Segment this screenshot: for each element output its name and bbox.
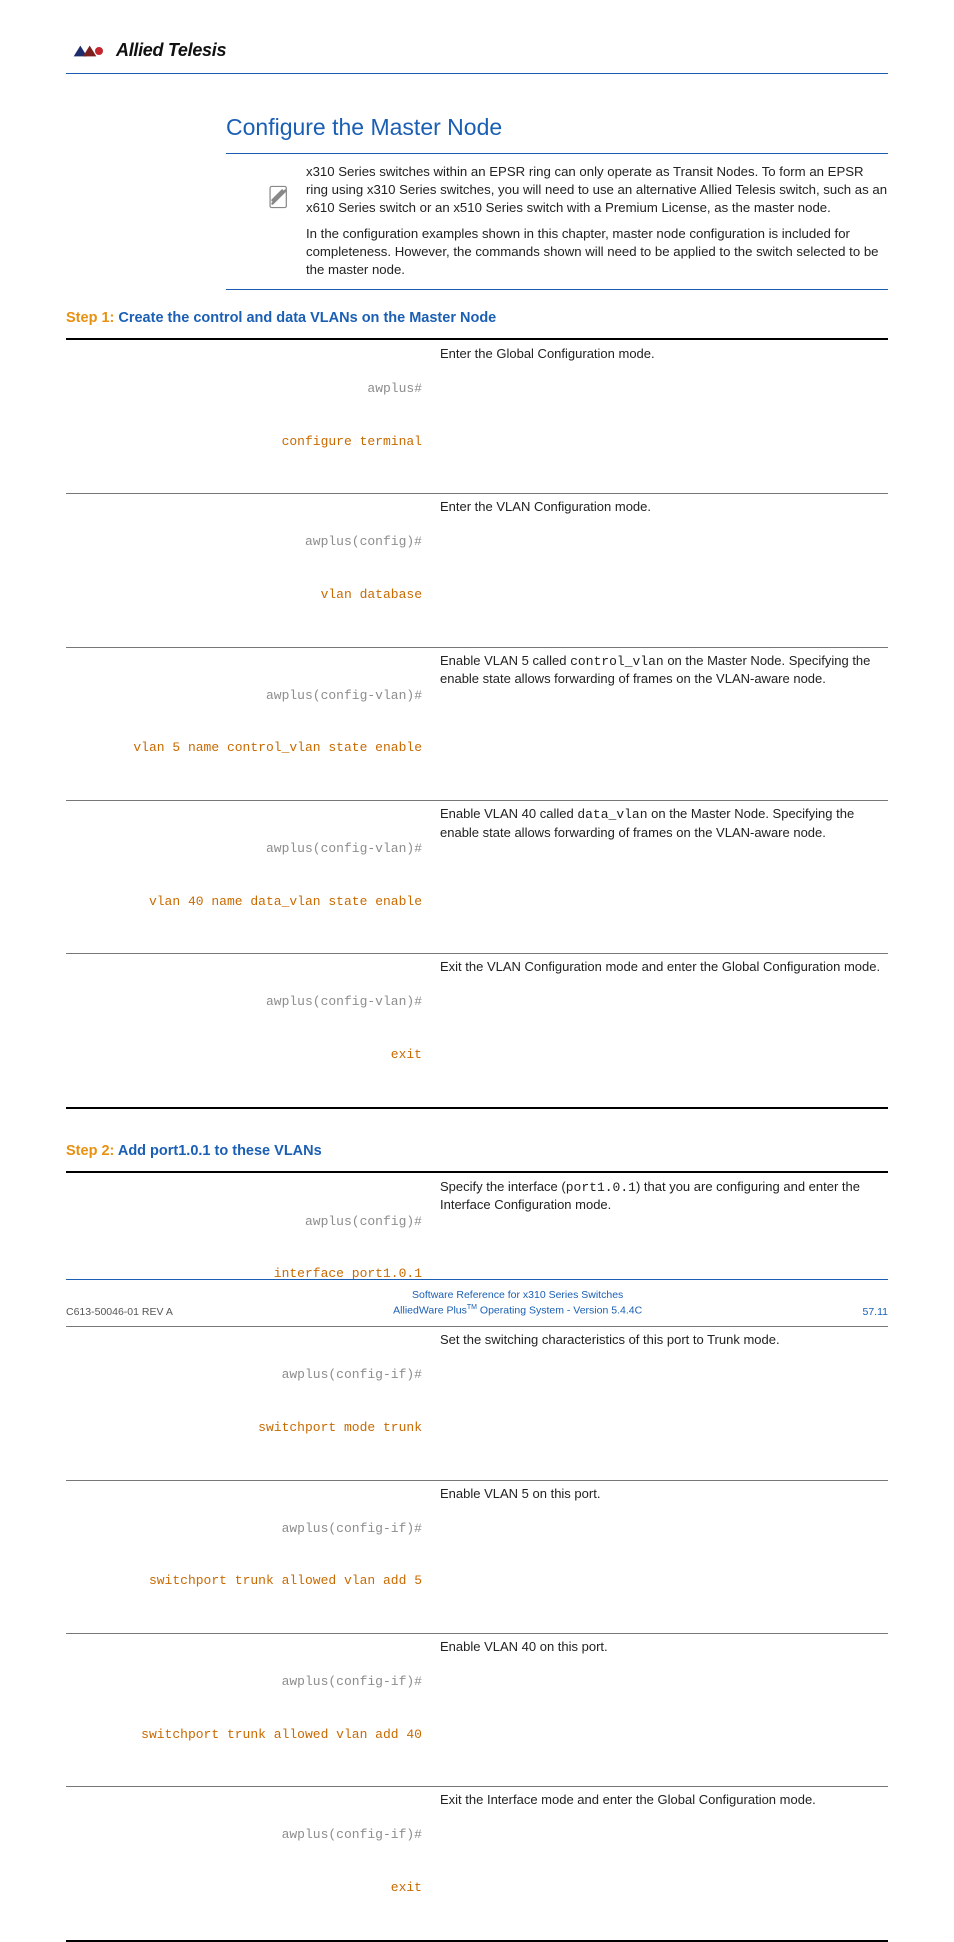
cli-explanation: Enable VLAN 5 called control_vlan on the…	[426, 647, 888, 800]
cli-explanation: Enable VLAN 5 on this port.	[426, 1480, 888, 1633]
cli-command: exit	[70, 1046, 422, 1064]
cli-prompt: awplus(config-if)#	[70, 1673, 422, 1691]
command-table-step1: awplus# configure terminal Enter the Glo…	[66, 338, 888, 1109]
cli-prompt: awplus(config)#	[70, 533, 422, 551]
table-row: awplus(config-if)# exit Exit the Interfa…	[66, 1787, 888, 1941]
note-block: x310 Series switches within an EPSR ring…	[226, 153, 888, 290]
step-heading: Step 2: Add port1.0.1 to these VLANs	[66, 1143, 888, 1159]
brand-logo: Allied Telesis	[66, 40, 226, 61]
cli-prompt: awplus(config-vlan)#	[70, 993, 422, 1011]
step-desc: Add port1.0.1 to these VLANs	[118, 1143, 322, 1159]
cli-explanation: Enable VLAN 40 called data_vlan on the M…	[426, 801, 888, 954]
brand-text: Allied Telesis	[116, 40, 226, 61]
footer-docid: C613-50046-01 REV A	[66, 1306, 173, 1318]
step-label: Step 1:	[66, 310, 118, 326]
table-row: awplus(config-if)# switchport trunk allo…	[66, 1480, 888, 1633]
cli-prompt: awplus(config-vlan)#	[70, 840, 422, 858]
footer-divider	[66, 1279, 888, 1280]
cli-prompt: awplus(config)#	[70, 1213, 422, 1231]
cli-explanation: Enable VLAN 40 on this port.	[426, 1633, 888, 1786]
table-row: awplus# configure terminal Enter the Glo…	[66, 339, 888, 494]
table-row: awplus(config-vlan)# vlan 5 name control…	[66, 647, 888, 800]
cli-command: exit	[70, 1879, 422, 1897]
cli-prompt: awplus#	[70, 380, 422, 398]
cli-prompt: awplus(config-if)#	[70, 1366, 422, 1384]
cli-command: vlan database	[70, 586, 422, 604]
footer-pagenum: 57.11	[863, 1306, 889, 1318]
cli-explanation: Enter the VLAN Configuration mode.	[426, 494, 888, 647]
cli-prompt: awplus(config-vlan)#	[70, 687, 422, 705]
cli-explanation: Enter the Global Configuration mode.	[426, 339, 888, 494]
table-row: awplus(config)# vlan database Enter the …	[66, 494, 888, 647]
note-text: x310 Series switches within an EPSR ring…	[306, 163, 888, 279]
cli-command: vlan 5 name control_vlan state enable	[70, 739, 422, 757]
header-divider	[66, 73, 888, 74]
cli-command: switchport trunk allowed vlan add 40	[70, 1726, 422, 1744]
allied-telesis-icon	[66, 43, 108, 59]
table-row: awplus(config-if)# switchport trunk allo…	[66, 1633, 888, 1786]
step-heading: Step 1: Create the control and data VLAN…	[66, 310, 888, 326]
step-desc: Create the control and data VLANs on the…	[118, 310, 496, 326]
cli-command: configure terminal	[70, 433, 422, 451]
cli-prompt: awplus(config-if)#	[70, 1520, 422, 1538]
cli-explanation: Exit the VLAN Configuration mode and ent…	[426, 954, 888, 1108]
page-footer: C613-50046-01 REV A Software Reference f…	[66, 1279, 888, 1318]
page-header: Allied Telesis	[66, 40, 888, 61]
table-row: awplus(config-vlan)# vlan 40 name data_v…	[66, 801, 888, 954]
note-icon	[266, 184, 292, 210]
cli-explanation: Exit the Interface mode and enter the Gl…	[426, 1787, 888, 1941]
table-row: awplus(config-vlan)# exit Exit the VLAN …	[66, 954, 888, 1108]
footer-reference: Software Reference for x310 Series Switc…	[393, 1288, 642, 1303]
footer-product: AlliedWare PlusTM Operating System - Ver…	[393, 1303, 642, 1318]
footer-center: Software Reference for x310 Series Switc…	[393, 1288, 642, 1318]
cli-command: switchport mode trunk	[70, 1419, 422, 1437]
cli-command: switchport trunk allowed vlan add 5	[70, 1572, 422, 1590]
cli-prompt: awplus(config-if)#	[70, 1826, 422, 1844]
note-paragraph: In the configuration examples shown in t…	[306, 225, 888, 278]
cli-command: vlan 40 name data_vlan state enable	[70, 893, 422, 911]
section-title: Configure the Master Node	[226, 114, 888, 141]
note-paragraph: x310 Series switches within an EPSR ring…	[306, 163, 888, 216]
step-label: Step 2:	[66, 1143, 118, 1159]
